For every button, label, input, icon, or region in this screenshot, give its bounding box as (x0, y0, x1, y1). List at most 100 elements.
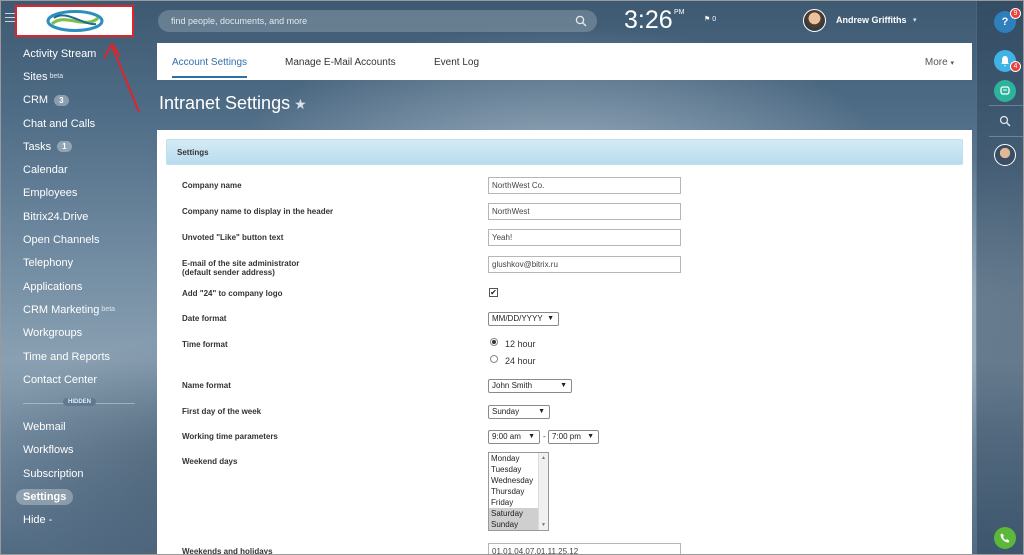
sidebar-item-settings[interactable]: Settings (0, 485, 150, 508)
company-name-label: Company name (182, 181, 242, 190)
sidebar-item-employees[interactable]: Employees (0, 182, 150, 205)
clock-ampm: PM (674, 9, 685, 16)
admin-email-label-line1: E-mail of the site administrator (182, 259, 300, 268)
company-header-input[interactable]: NorthWest (488, 203, 681, 220)
add24-checkbox[interactable]: ✔ (489, 288, 498, 297)
add24-label: Add "24" to company logo (182, 289, 283, 298)
time-format-24h-radio[interactable] (490, 355, 498, 363)
time-format-label: Time format (182, 340, 228, 349)
hidden-separator[interactable]: HIDDEN (23, 395, 135, 411)
work-end-select[interactable]: 7:00 pm ▼ (548, 430, 599, 444)
time-format-24h-label: 24 hour (505, 356, 536, 366)
company-logo[interactable] (15, 5, 134, 37)
unvoted-like-input[interactable]: Yeah! (488, 229, 681, 246)
sidebar-item-calendar[interactable]: Calendar (0, 158, 150, 181)
sidebar-item-label: Chat and Calls (23, 117, 96, 130)
phone-icon (1000, 533, 1010, 543)
work-start-select[interactable]: 9:00 am ▼ (488, 430, 540, 444)
chevron-down-icon[interactable]: ▾ (913, 16, 917, 24)
settings-form: Settings Company name NorthWest Co. Comp… (157, 130, 972, 555)
flag-counter[interactable]: ⚑ 0 (704, 15, 716, 23)
select-value: Sunday (492, 407, 520, 416)
sidebar-item-tasks[interactable]: Tasks 1 (0, 135, 150, 158)
search-icon[interactable] (575, 15, 587, 27)
holidays-input[interactable]: 01.01,04.07,01.11,25.12 (488, 543, 681, 555)
right-rail: ? 9 4 (976, 0, 1024, 555)
first-day-select[interactable]: Sunday ▼ (488, 405, 550, 419)
sidebar-item-label: Bitrix24.Drive (23, 210, 89, 223)
holidays-label: Weekends and holidays (182, 547, 273, 555)
more-button[interactable]: More ▾ (925, 57, 954, 68)
date-format-select[interactable]: MM/DD/YYYY ▼ (488, 312, 559, 326)
search-input[interactable]: find people, documents, and more (158, 10, 597, 32)
sidebar-item-workflows[interactable]: Workflows (0, 439, 150, 462)
sidebar-item-hide[interactable]: Hide - (0, 509, 150, 532)
sidebar-item-label: Telephony (23, 257, 74, 270)
question-icon: ? (1001, 16, 1009, 28)
page-title: Intranet Settings ★ (159, 93, 307, 114)
menu-burger-icon[interactable] (5, 13, 15, 22)
sidebar-item-subscription[interactable]: Subscription (0, 462, 150, 485)
working-time-label: Working time parameters (182, 432, 278, 441)
sidebar-item-label: Hide - (23, 514, 53, 527)
contact-avatar[interactable] (994, 144, 1016, 166)
tab-label: Account Settings (172, 57, 248, 68)
sidebar-item-label: Activity Stream (23, 47, 97, 60)
sidebar-item-crm[interactable]: CRM 3 (0, 89, 150, 112)
flag-count: 0 (712, 16, 717, 23)
date-format-label: Date format (182, 314, 227, 323)
clock-time[interactable]: 3:26 (624, 6, 673, 35)
select-value: 9:00 am (492, 432, 521, 441)
rail-search-button[interactable] (994, 110, 1016, 132)
weekend-days-listbox[interactable]: Monday Tuesday Wednesday Thursday Friday… (488, 452, 549, 531)
chevron-down-icon: ▼ (538, 408, 545, 415)
sidebar-item-telephony[interactable]: Telephony (0, 252, 150, 275)
sidebar-item-contact-center[interactable]: Contact Center (0, 368, 150, 391)
tab-event-log[interactable]: Event Log (434, 57, 479, 68)
chat-button[interactable] (994, 80, 1016, 102)
tab-label: Manage E-Mail Accounts (285, 57, 396, 68)
name-format-select[interactable]: John Smith ▼ (488, 379, 572, 393)
select-value: MM/DD/YYYY (492, 314, 543, 323)
sidebar-item-workgroups[interactable]: Workgroups (0, 322, 150, 345)
scroll-down-icon[interactable]: ▼ (541, 522, 546, 528)
scroll-up-icon[interactable]: ▲ (541, 455, 546, 461)
sidebar-item-sites[interactable]: Sites beta (0, 65, 150, 88)
sidebar-item-time-and-reports[interactable]: Time and Reports (0, 345, 150, 368)
tab-account-settings[interactable]: Account Settings (172, 57, 248, 78)
phone-button[interactable] (994, 527, 1016, 549)
user-name[interactable]: Andrew Griffiths (836, 15, 907, 25)
listbox-scrollbar[interactable]: ▲ ▼ (538, 453, 548, 530)
sidebar-item-activity-stream[interactable]: Activity Stream (0, 42, 150, 65)
company-name-input[interactable]: NorthWest Co. (488, 177, 681, 194)
select-value: John Smith (492, 381, 533, 390)
sidebar-item-crm-marketing[interactable]: CRM Marketing beta (0, 298, 150, 321)
admin-email-input[interactable]: glushkov@bitrix.ru (488, 256, 681, 273)
sidebar-item-webmail[interactable]: Webmail (0, 415, 150, 438)
tab-label: Event Log (434, 57, 480, 68)
sidebar-item-label: Open Channels (23, 234, 100, 247)
user-avatar[interactable] (803, 9, 826, 32)
sidebar-item-applications[interactable]: Applications (0, 275, 150, 298)
sidebar-item-open-channels[interactable]: Open Channels (0, 228, 150, 251)
settings-tabs: Account Settings Manage E-Mail Accounts … (157, 43, 972, 80)
divider (989, 105, 1023, 106)
time-range-dash: - (543, 432, 546, 441)
sidebar-item-drive[interactable]: Bitrix24.Drive (0, 205, 150, 228)
tab-manage-email-accounts[interactable]: Manage E-Mail Accounts (285, 57, 396, 68)
chat-icon (1000, 86, 1010, 95)
sidebar-item-label: Subscription (23, 467, 84, 480)
time-format-12h-radio[interactable] (490, 338, 498, 346)
sidebar-item-label: Calendar (23, 164, 68, 177)
divider (989, 136, 1023, 137)
star-icon[interactable]: ★ (294, 96, 307, 112)
sidebar-item-label: Webmail (23, 421, 66, 434)
sidebar-item-label: Time and Reports (23, 350, 111, 363)
sidebar-item-label: Tasks (23, 140, 52, 153)
sidebar-item-label: CRM Marketing (23, 303, 100, 316)
company-header-label: Company name to display in the header (182, 207, 334, 216)
admin-email-label: E-mail of the site administrator (defaul… (182, 259, 299, 277)
sidebar-item-label: Sites (23, 70, 48, 83)
sidebar-item-chat-and-calls[interactable]: Chat and Calls (0, 112, 150, 135)
admin-email-label-line2: (default sender address) (182, 268, 275, 277)
